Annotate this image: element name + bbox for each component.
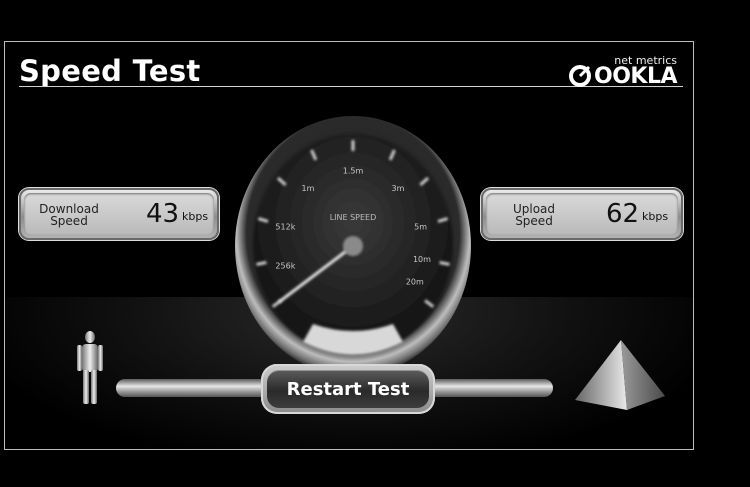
download-speed-label: Download Speed	[39, 202, 99, 228]
speed-test-page: Speed Test net metrics OOKLA Download Sp…	[0, 0, 750, 487]
upload-speed-panel: Upload Speed 62 kbps	[481, 188, 683, 240]
download-speed-unit: kbps	[182, 210, 209, 223]
gauge-tick-label: 3m	[392, 184, 405, 193]
upload-speed-value: 62	[606, 199, 640, 229]
gauge-tick-label: 1m	[302, 184, 315, 193]
restart-test-label: Restart Test	[267, 370, 429, 408]
logo-brand: OOKLA	[594, 64, 678, 89]
gauge-tick	[256, 261, 267, 266]
gauge-title: LINE SPEED	[330, 213, 377, 222]
ookla-logo: net metrics OOKLA	[567, 54, 678, 89]
restart-test-button[interactable]: Restart Test	[261, 364, 435, 414]
gauge-tick-label: 256k	[275, 262, 295, 271]
speed-test-frame: Speed Test net metrics OOKLA Download Sp…	[4, 41, 694, 450]
gauge-hub	[343, 236, 363, 256]
page-title: Speed Test	[19, 54, 201, 88]
gauge-tick-label: 5m	[414, 222, 427, 231]
download-speed-value: 43	[146, 199, 180, 229]
gauge-tick-label: 1.5m	[343, 166, 364, 175]
upload-speed-label: Upload Speed	[512, 202, 556, 228]
ookla-mark-icon	[569, 65, 591, 87]
gauge-tick-label: 10m	[413, 255, 431, 264]
gauge-tick-label: 20m	[406, 277, 424, 286]
download-speed-panel: Download Speed 43 kbps	[19, 188, 219, 240]
upload-speed-unit: kbps	[642, 210, 669, 223]
pyramid-icon	[575, 340, 665, 410]
gauge-tick	[439, 261, 450, 266]
person-icon	[77, 331, 103, 404]
speed-gauge: 256k 512k 1m 1.5m 3m 5m 10m 20m LINE SPEED	[235, 116, 471, 376]
gauge-tick-label: 512k	[275, 222, 295, 231]
